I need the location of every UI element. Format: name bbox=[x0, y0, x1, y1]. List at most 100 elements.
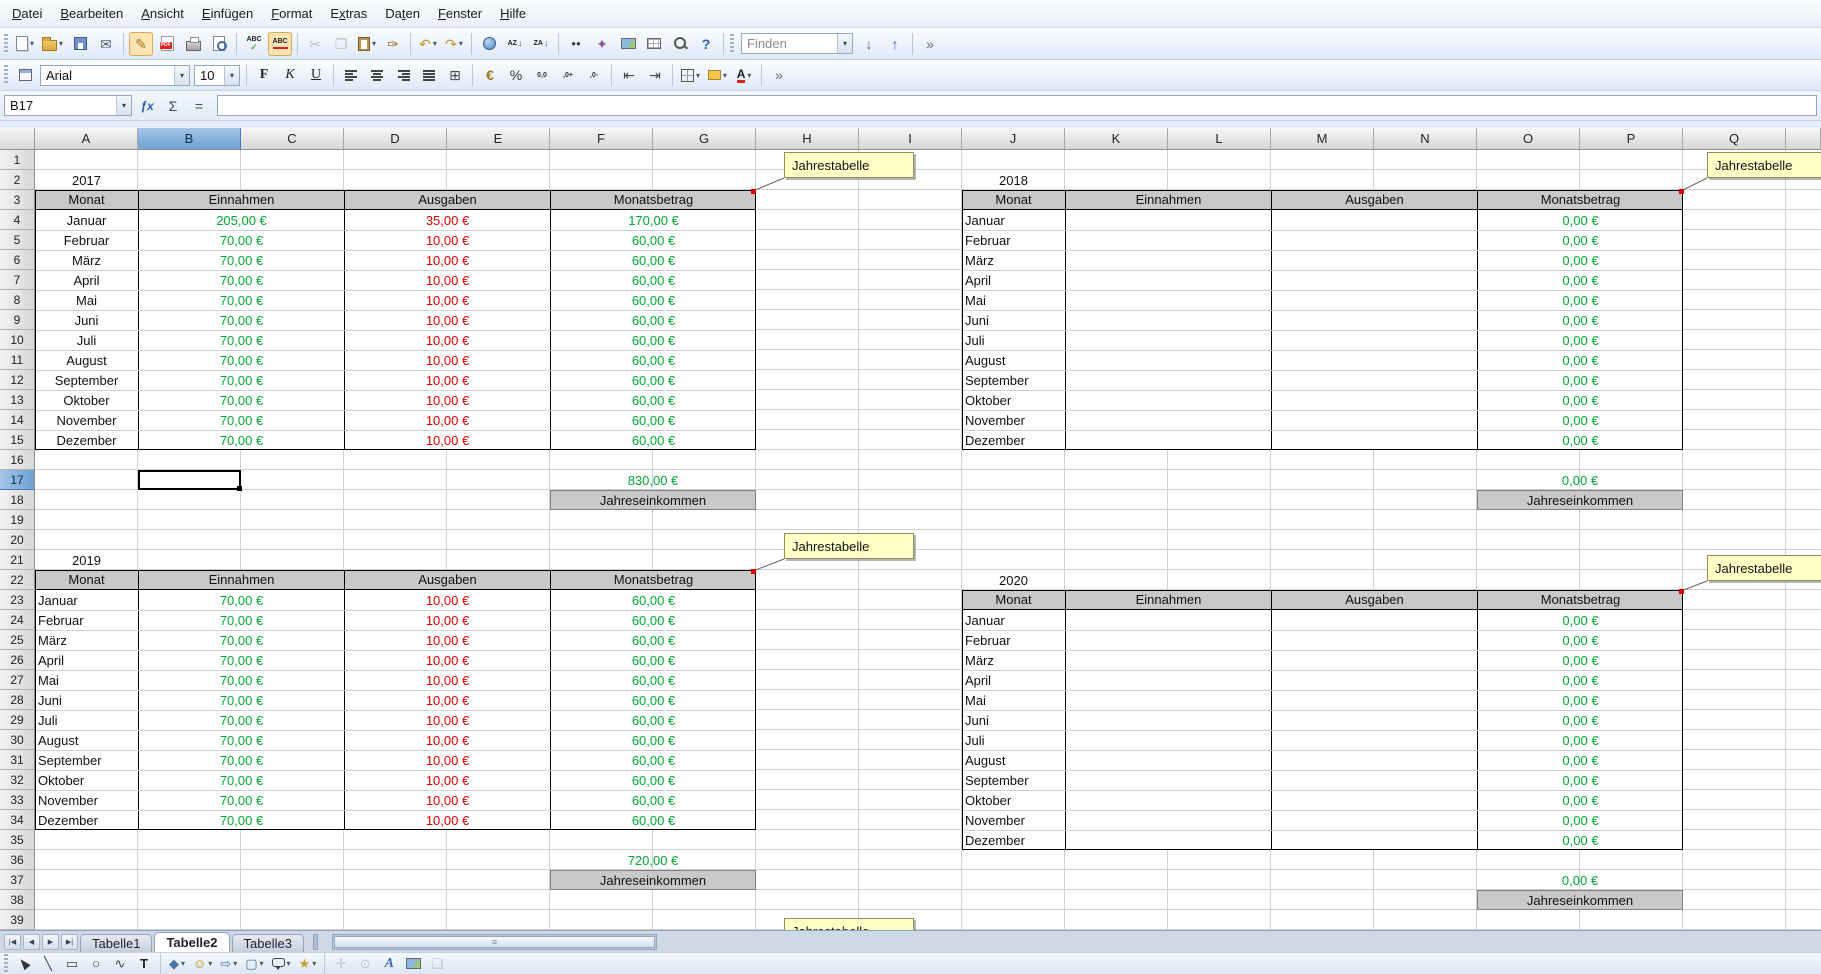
row-header-29[interactable]: 29 bbox=[0, 710, 35, 730]
value-cell[interactable] bbox=[1065, 791, 1271, 810]
month-cell[interactable]: Juni bbox=[35, 691, 138, 710]
value-cell[interactable]: 70,00 € bbox=[138, 590, 344, 610]
export-pdf-icon[interactable] bbox=[155, 32, 179, 56]
find-down-icon[interactable]: ↓ bbox=[857, 32, 881, 56]
row-header-4[interactable]: 4 bbox=[0, 210, 35, 230]
row-header-25[interactable]: 25 bbox=[0, 630, 35, 650]
value-cell[interactable]: 10,00 € bbox=[344, 371, 550, 390]
value-cell[interactable]: 70,00 € bbox=[138, 771, 344, 790]
value-cell[interactable]: 0,00 € bbox=[1477, 251, 1683, 270]
value-cell[interactable]: 60,00 € bbox=[550, 771, 756, 790]
value-cell[interactable]: 0,00 € bbox=[1477, 610, 1683, 630]
menu-item-fenster[interactable]: Fenster bbox=[429, 1, 491, 26]
table-header-cell[interactable]: Monat bbox=[35, 570, 138, 589]
value-cell[interactable]: 0,00 € bbox=[1477, 731, 1683, 750]
value-cell[interactable]: 0,00 € bbox=[1477, 631, 1683, 650]
last-sheet-icon[interactable]: ▶| bbox=[61, 934, 78, 950]
value-cell[interactable]: 70,00 € bbox=[138, 791, 344, 810]
month-cell[interactable]: November bbox=[35, 411, 138, 430]
value-cell[interactable]: 0,00 € bbox=[1477, 371, 1683, 390]
italic-icon[interactable]: K bbox=[278, 63, 302, 87]
zoom-icon[interactable] bbox=[668, 32, 692, 56]
month-cell[interactable]: April bbox=[35, 651, 138, 670]
month-cell[interactable]: Mai bbox=[35, 671, 138, 690]
month-cell[interactable]: August bbox=[35, 351, 138, 370]
rectangle-icon[interactable]: ▭ bbox=[61, 954, 83, 974]
month-cell[interactable]: Dezember bbox=[35, 431, 138, 450]
year-total-label-2018[interactable]: Jahreseinkommen bbox=[1477, 490, 1683, 510]
value-cell[interactable]: 0,00 € bbox=[1477, 411, 1683, 430]
value-cell[interactable]: 0,00 € bbox=[1477, 291, 1683, 310]
row-header-5[interactable]: 5 bbox=[0, 230, 35, 250]
value-cell[interactable]: 60,00 € bbox=[550, 711, 756, 730]
month-cell[interactable]: Oktober bbox=[962, 791, 1065, 810]
month-cell[interactable]: September bbox=[962, 371, 1065, 390]
table-header-cell[interactable]: Monat bbox=[35, 190, 138, 209]
value-cell[interactable]: 10,00 € bbox=[344, 391, 550, 410]
row-header-33[interactable]: 33 bbox=[0, 790, 35, 810]
name-box[interactable]: B17 ▾ bbox=[4, 95, 132, 116]
value-cell[interactable]: 10,00 € bbox=[344, 791, 550, 810]
row-header-1[interactable]: 1 bbox=[0, 150, 35, 170]
value-cell[interactable]: 70,00 € bbox=[138, 291, 344, 310]
value-cell[interactable]: 10,00 € bbox=[344, 351, 550, 370]
row-header-36[interactable]: 36 bbox=[0, 850, 35, 870]
year-total-label-2019[interactable]: Jahreseinkommen bbox=[550, 870, 756, 890]
underline-icon[interactable]: U bbox=[304, 63, 328, 87]
value-cell[interactable]: 10,00 € bbox=[344, 751, 550, 770]
month-cell[interactable]: Oktober bbox=[962, 391, 1065, 410]
callouts-icon[interactable]: ▾ bbox=[269, 954, 294, 974]
toolbar-grip[interactable] bbox=[730, 34, 734, 54]
value-cell[interactable]: 70,00 € bbox=[138, 751, 344, 770]
value-cell[interactable]: 70,00 € bbox=[138, 251, 344, 270]
month-cell[interactable]: Juni bbox=[962, 311, 1065, 330]
value-cell[interactable] bbox=[1065, 651, 1271, 670]
spellcheck-icon[interactable]: ABC bbox=[242, 32, 266, 56]
row-header-30[interactable]: 30 bbox=[0, 730, 35, 750]
value-cell[interactable]: 60,00 € bbox=[550, 411, 756, 430]
value-cell[interactable]: 70,00 € bbox=[138, 671, 344, 690]
year-label-2019[interactable]: 2019 bbox=[35, 550, 138, 570]
row-header-9[interactable]: 9 bbox=[0, 310, 35, 330]
month-cell[interactable]: Juni bbox=[962, 711, 1065, 730]
month-cell[interactable]: Dezember bbox=[962, 431, 1065, 450]
table-header-cell[interactable]: Monatsbetrag bbox=[1477, 190, 1683, 209]
column-header-D[interactable]: D bbox=[344, 128, 447, 150]
value-cell[interactable] bbox=[1271, 351, 1477, 370]
value-cell[interactable] bbox=[1065, 251, 1271, 270]
table-header-cell[interactable]: Monat bbox=[962, 190, 1065, 209]
value-cell[interactable] bbox=[1271, 610, 1477, 630]
font-name-combo[interactable]: Arial▾ bbox=[40, 65, 190, 86]
value-cell[interactable]: 70,00 € bbox=[138, 331, 344, 350]
merge-cells-icon[interactable]: ⊞ bbox=[443, 63, 467, 87]
value-cell[interactable]: 70,00 € bbox=[138, 231, 344, 250]
month-cell[interactable]: Februar bbox=[35, 231, 138, 250]
data-sources-icon[interactable] bbox=[642, 32, 666, 56]
value-cell[interactable]: 60,00 € bbox=[550, 371, 756, 390]
find-replace-icon[interactable] bbox=[564, 32, 588, 56]
value-cell[interactable]: 60,00 € bbox=[550, 611, 756, 630]
page-preview-icon[interactable] bbox=[207, 32, 231, 56]
value-cell[interactable]: 10,00 € bbox=[344, 731, 550, 750]
number-format-standard-icon[interactable]: 0,0 bbox=[530, 63, 554, 87]
month-cell[interactable]: Januar bbox=[962, 610, 1065, 630]
month-cell[interactable]: Juli bbox=[35, 331, 138, 350]
value-cell[interactable]: 0,00 € bbox=[1477, 271, 1683, 290]
delete-decimal-icon[interactable]: ,0- bbox=[582, 63, 606, 87]
column-header-F[interactable]: F bbox=[550, 128, 653, 150]
chevron-down-icon[interactable]: ▾ bbox=[312, 959, 316, 968]
value-cell[interactable]: 60,00 € bbox=[550, 311, 756, 330]
styles-icon[interactable] bbox=[13, 63, 37, 87]
value-cell[interactable] bbox=[1271, 671, 1477, 690]
value-cell[interactable]: 10,00 € bbox=[344, 811, 550, 830]
value-cell[interactable]: 10,00 € bbox=[344, 771, 550, 790]
table-header-cell[interactable]: Monat bbox=[962, 590, 1065, 609]
value-cell[interactable]: 60,00 € bbox=[550, 811, 756, 830]
month-cell[interactable]: November bbox=[35, 791, 138, 810]
chevron-down-icon[interactable]: ▾ bbox=[233, 959, 237, 968]
toolbar-options-icon[interactable]: » bbox=[918, 32, 942, 56]
horizontal-scrollbar[interactable] bbox=[332, 934, 657, 950]
select-icon[interactable] bbox=[13, 954, 35, 974]
month-cell[interactable]: November bbox=[962, 411, 1065, 430]
value-cell[interactable]: 70,00 € bbox=[138, 411, 344, 430]
